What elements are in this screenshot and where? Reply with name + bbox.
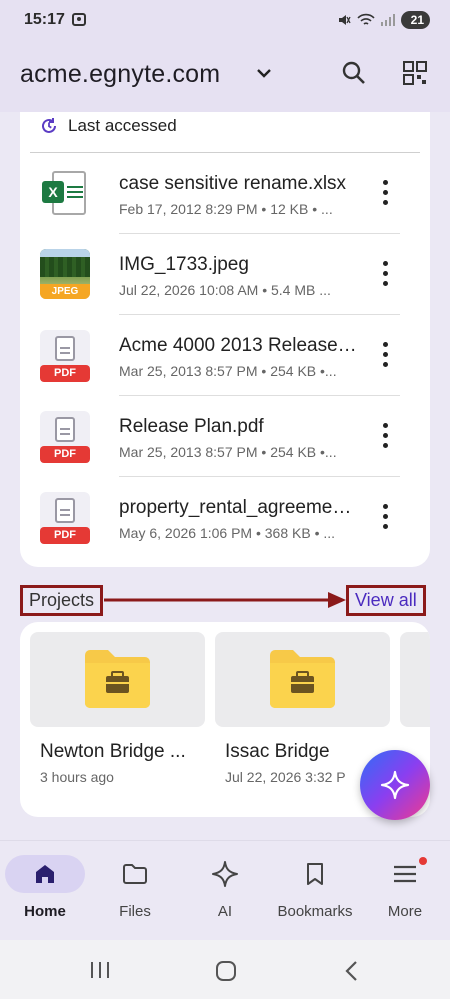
file-meta: Jul 22, 2026 10:08 AM • 5.4 MB ... (119, 282, 331, 298)
nav-label: Files (119, 903, 151, 920)
battery-indicator: 21 (400, 11, 430, 29)
search-icon[interactable] (341, 60, 367, 86)
sparkle-icon (212, 861, 238, 887)
project-folder-icon (85, 650, 150, 708)
project-name: Newton Bridge ... (40, 741, 186, 762)
more-options-icon[interactable] (375, 258, 395, 288)
file-name: property_rental_agreement.pdf (119, 497, 359, 518)
annotation-arrow (104, 592, 346, 608)
file-name: case sensitive rename.xlsx (119, 173, 347, 194)
status-time: 15:17 (24, 11, 65, 28)
more-options-icon[interactable] (375, 420, 395, 450)
more-options-icon[interactable] (375, 177, 395, 207)
nav-label: More (387, 903, 423, 920)
last-accessed-header: Last accessed (40, 116, 177, 136)
pdf-badge: PDF (40, 527, 90, 544)
back-icon[interactable] (344, 960, 358, 982)
last-accessed-label: Last accessed (68, 116, 177, 135)
projects-section-title: Projects (20, 585, 104, 616)
file-meta: Mar 25, 2013 8:57 PM • 254 KB •... (119, 363, 337, 379)
system-navigation-bar (0, 940, 450, 999)
file-name: Acme 4000 2013 Release Plan.pdf (119, 335, 359, 356)
file-meta: Feb 17, 2012 8:29 PM • 12 KB • ... (119, 201, 333, 217)
nav-files[interactable]: Files (90, 855, 180, 920)
project-time: 3 hours ago (40, 769, 114, 785)
nav-ai[interactable]: AI (180, 855, 270, 920)
signal-icon (380, 14, 395, 26)
project-folder-icon (270, 650, 335, 708)
mute-icon (338, 15, 351, 25)
folder-icon (123, 864, 147, 884)
pdf-badge: PDF (40, 365, 90, 382)
excel-file-icon: X (40, 168, 90, 218)
nav-more[interactable]: More (360, 855, 450, 920)
screenshot-notification-icon (72, 13, 86, 26)
file-row[interactable]: PDF property_rental_agreement.pdf May 6,… (20, 477, 430, 558)
file-meta: May 6, 2026 1:06 PM • 368 KB • ... (119, 525, 336, 541)
file-row[interactable]: X case sensitive rename.xlsx Feb 17, 201… (20, 153, 430, 234)
file-name: IMG_1733.jpeg (119, 254, 249, 275)
file-row[interactable]: PDF Release Plan.pdf Mar 25, 2013 8:57 P… (20, 396, 430, 477)
file-row[interactable]: JPEG IMG_1733.jpeg Jul 22, 2026 10:08 AM… (20, 234, 430, 315)
home-button-icon[interactable] (215, 960, 237, 982)
status-icons: 21 (337, 11, 430, 29)
more-options-icon[interactable] (375, 501, 395, 531)
bottom-navigation: Home Files AI Bookmarks More (0, 840, 450, 940)
app-header: acme.egnyte.com (0, 40, 450, 112)
view-all-projects-link[interactable]: View all (346, 585, 426, 616)
nav-label: Bookmarks (277, 903, 353, 920)
pdf-file-icon: PDF (40, 330, 90, 382)
recent-apps-icon[interactable] (90, 961, 110, 979)
grid-view-icon[interactable] (402, 60, 428, 86)
pdf-file-icon: PDF (40, 411, 90, 463)
domain-title[interactable]: acme.egnyte.com (20, 60, 220, 89)
ai-assistant-button[interactable] (360, 750, 430, 820)
file-row[interactable]: PDF Acme 4000 2013 Release Plan.pdf Mar … (20, 315, 430, 396)
nav-label: Home (24, 903, 66, 920)
nav-bookmarks[interactable]: Bookmarks (270, 855, 360, 920)
nav-label: AI (217, 903, 233, 920)
home-icon (36, 865, 54, 883)
nav-home[interactable]: Home (0, 855, 90, 920)
pdf-badge: PDF (40, 446, 90, 463)
recent-files-card: Last accessed X case sensitive rename.xl… (20, 112, 430, 567)
chevron-down-icon[interactable] (255, 64, 273, 82)
menu-icon (394, 865, 416, 883)
project-tile[interactable]: Newton Bridge ... 3 hours ago (30, 632, 205, 785)
sparkle-icon (380, 770, 410, 800)
jpeg-badge: JPEG (40, 284, 90, 299)
file-name: Release Plan.pdf (119, 416, 264, 437)
bookmark-icon (307, 863, 323, 885)
more-options-icon[interactable] (375, 339, 395, 369)
wifi-icon (357, 13, 375, 25)
image-thumbnail: JPEG (40, 249, 90, 299)
project-tile[interactable]: Issac Bridge Jul 22, 2026 3:32 P (215, 632, 390, 785)
project-name: Issac Bridge (225, 741, 330, 762)
notification-dot (419, 857, 427, 865)
status-bar: 15:17 21 (0, 0, 450, 40)
project-thumbnail (215, 632, 390, 727)
project-tile[interactable] (400, 632, 430, 727)
project-thumbnail (30, 632, 205, 727)
file-meta: Mar 25, 2013 8:57 PM • 254 KB •... (119, 444, 337, 460)
history-icon (42, 118, 56, 133)
pdf-file-icon: PDF (40, 492, 90, 544)
